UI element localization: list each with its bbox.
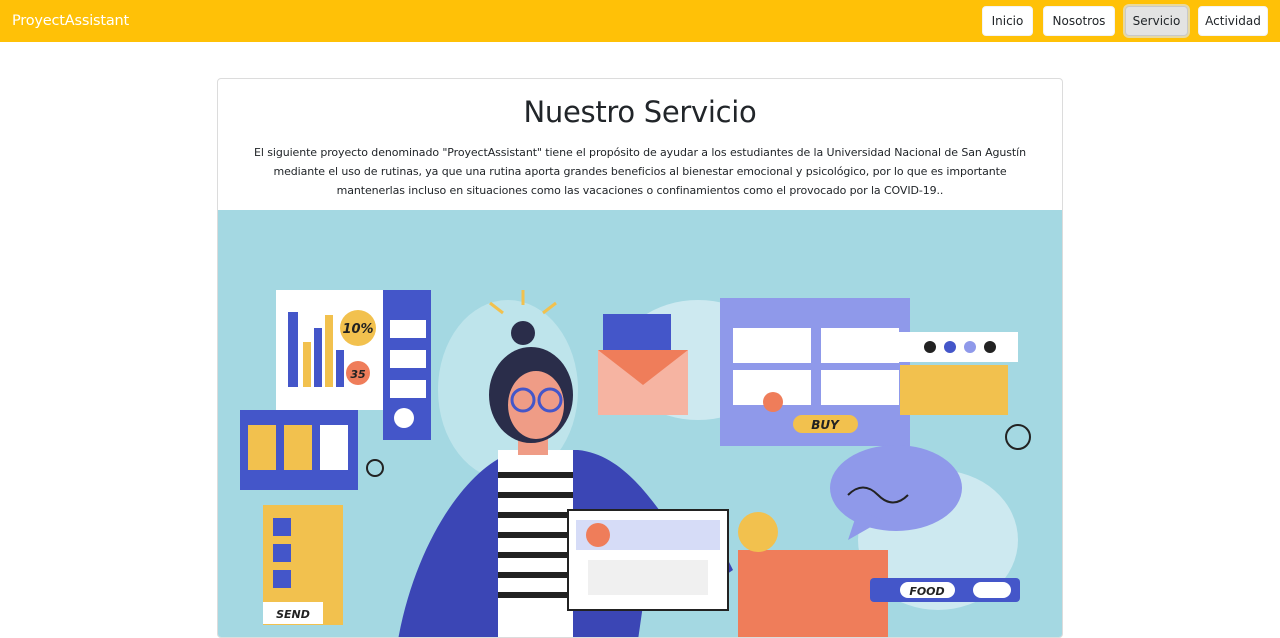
checklist-card: SEND (263, 505, 343, 625)
food-label: FOOD (909, 585, 944, 598)
service-description: El siguiente proyecto denominado "Proyec… (254, 146, 1026, 197)
nav-inicio-button[interactable]: Inicio (982, 6, 1033, 36)
nav-nosotros-button[interactable]: Nosotros (1043, 6, 1115, 36)
nav-links: Inicio Nosotros Servicio Actividad (982, 6, 1268, 36)
nav-servicio-button[interactable]: Servicio (1125, 6, 1188, 36)
page-title: Nuestro Servicio (523, 95, 757, 129)
buy-label: BUY (811, 418, 840, 432)
send-label: SEND (276, 608, 310, 621)
navbar: ProyectAssistant Inicio Nosotros Servici… (0, 0, 1280, 42)
percent-label: 10% (342, 322, 373, 337)
nav-actividad-button[interactable]: Actividad (1198, 6, 1268, 36)
number-label: 35 (350, 368, 366, 381)
service-card: Nuestro Servicio El siguiente proyecto d… (217, 78, 1063, 638)
brand-link[interactable]: ProyectAssistant (12, 13, 129, 29)
food-card: FOOD (870, 578, 1020, 602)
widget-card (240, 410, 384, 490)
service-illustration: 10% 35 SEND BUY FOOD (218, 210, 1062, 637)
service-illustration-art: 10% 35 SEND BUY FOOD (240, 290, 1031, 637)
shopping-card: BUY (720, 298, 910, 446)
settings-card (893, 332, 1031, 450)
